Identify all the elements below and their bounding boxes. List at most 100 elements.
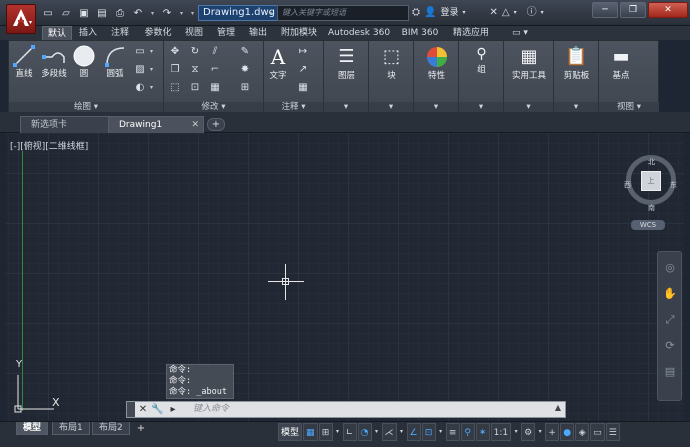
copy-icon[interactable]: ❐: [168, 63, 182, 76]
leader-icon[interactable]: ↗: [296, 63, 310, 76]
wcs-menu-button[interactable]: WCS: [631, 220, 665, 230]
snap-icon[interactable]: ⊞: [318, 423, 333, 441]
maximize-button[interactable]: ❐: [620, 2, 646, 18]
auto-scale-icon[interactable]: ✶: [475, 423, 490, 441]
groups-tool[interactable]: ⚲ 组: [459, 45, 504, 75]
workspace-gear-icon[interactable]: ⚙: [521, 423, 536, 441]
layout-tab-layout1[interactable]: 布局1: [52, 422, 90, 435]
hardware-acceleration-icon[interactable]: ◈: [575, 423, 590, 441]
minimize-button[interactable]: ─: [592, 2, 618, 18]
isodraft-icon[interactable]: ⋌: [381, 423, 397, 441]
new-layout-button[interactable]: +: [134, 423, 148, 434]
annotation-scale[interactable]: 1:1: [490, 423, 512, 441]
login-dropdown-icon[interactable]: ▾: [462, 5, 465, 21]
offset-icon[interactable]: ⊞: [238, 81, 252, 94]
gradient-dropdown-icon[interactable]: ▾: [150, 84, 153, 91]
login-link[interactable]: 登录: [440, 5, 458, 21]
tab-bim-360[interactable]: BIM 360: [398, 26, 442, 40]
arc-tool[interactable]: 圆弧: [101, 45, 129, 79]
help-icon[interactable]: ⓘ: [527, 5, 537, 21]
command-input[interactable]: 键入命令: [165, 402, 545, 417]
command-close-icon[interactable]: ✕: [137, 403, 149, 416]
a360-icon[interactable]: △: [502, 5, 510, 21]
tab-insert[interactable]: 插入: [74, 26, 102, 40]
tab-view[interactable]: 视图: [180, 26, 208, 40]
annotation-visibility-icon[interactable]: ⚲: [460, 423, 475, 441]
viewcube-top-face[interactable]: 上: [641, 171, 661, 191]
rectangle-icon[interactable]: ▭: [133, 45, 147, 58]
qat-customize-icon[interactable]: ▾: [188, 6, 197, 21]
tab-start[interactable]: 新选项卡: [20, 116, 112, 133]
layers-tool[interactable]: ☰ 图层: [324, 45, 369, 81]
rotate-icon[interactable]: ↻: [188, 45, 202, 58]
properties-tool[interactable]: 特性: [414, 45, 459, 81]
save-icon[interactable]: ▣: [76, 6, 92, 21]
scale-icon[interactable]: ⊡: [188, 81, 202, 94]
polyline-tool[interactable]: 多段线: [37, 45, 71, 79]
base-view-tool[interactable]: ▬ 基点: [599, 45, 643, 81]
fillet-icon[interactable]: ⌐: [208, 63, 222, 76]
customization-menu-icon[interactable]: ☰: [605, 423, 620, 441]
tab-drawing1[interactable]: Drawing1 ✕: [108, 116, 204, 133]
workspace-dropdown-icon[interactable]: ▾: [536, 423, 544, 441]
snap-dropdown-icon[interactable]: ▾: [334, 423, 342, 441]
orbit-icon[interactable]: ⟳: [662, 338, 678, 354]
hatch-icon[interactable]: ▨: [133, 63, 147, 76]
tab-autodesk-360[interactable]: Autodesk 360: [326, 26, 392, 40]
new-tab-button[interactable]: +: [207, 118, 225, 131]
viewcube-east[interactable]: 东: [670, 180, 677, 190]
tab-featured-apps[interactable]: 精选应用: [448, 26, 494, 40]
title-expand-icon[interactable]: ▸: [270, 9, 274, 17]
tab-parametric[interactable]: 参数化: [140, 26, 176, 40]
viewcube-south[interactable]: 南: [648, 203, 655, 213]
exchange-icon[interactable]: ✕: [489, 5, 497, 21]
layout-tab-layout2[interactable]: 布局2: [92, 422, 130, 435]
erase-icon[interactable]: ✎: [238, 45, 252, 58]
layout-tab-model[interactable]: 模型: [16, 422, 49, 435]
hatch-dropdown-icon[interactable]: ▾: [150, 66, 153, 73]
move-icon[interactable]: ✥: [168, 45, 182, 58]
close-button[interactable]: ✕: [648, 2, 688, 18]
redo-dropdown-icon[interactable]: ▾: [177, 6, 186, 21]
rectangle-dropdown-icon[interactable]: ▾: [150, 48, 153, 55]
gradient-icon[interactable]: ◐: [133, 81, 147, 94]
osnap-icon[interactable]: ⊡: [421, 423, 436, 441]
new-icon[interactable]: ▭: [40, 6, 56, 21]
user-icon[interactable]: 👤: [424, 5, 436, 21]
viewcube-west[interactable]: 西: [624, 180, 631, 190]
block-tool[interactable]: ⬚ 块: [369, 45, 414, 81]
dimension-icon[interactable]: ↦: [296, 45, 310, 58]
ribbon-minimize-button[interactable]: ▭ ▾: [506, 26, 534, 40]
array-icon[interactable]: ▦: [208, 81, 222, 94]
application-menu-button[interactable]: ▾: [6, 4, 36, 34]
binoculars-icon[interactable]: ⛭: [412, 5, 420, 21]
annotation-monitor-icon[interactable]: +: [545, 423, 560, 441]
save-as-icon[interactable]: ▤: [94, 6, 110, 21]
undo-icon[interactable]: ↶: [130, 6, 146, 21]
polar-icon[interactable]: ◔: [357, 423, 372, 441]
ortho-icon[interactable]: ∟: [342, 423, 357, 441]
clean-screen-icon[interactable]: ▭: [590, 423, 605, 441]
undo-dropdown-icon[interactable]: ▾: [148, 6, 157, 21]
zoom-extents-icon[interactable]: ⤢: [662, 312, 678, 328]
circle-tool[interactable]: 圆: [71, 45, 97, 79]
tab-addins[interactable]: 附加模块: [276, 26, 322, 40]
line-tool[interactable]: 直线: [11, 45, 37, 79]
isodraft-dropdown-icon[interactable]: ▾: [398, 423, 406, 441]
polar-dropdown-icon[interactable]: ▾: [373, 423, 381, 441]
osnap-tracking-icon[interactable]: ∠: [406, 423, 421, 441]
help-dropdown-icon[interactable]: ▾: [541, 5, 544, 21]
model-space-button[interactable]: 模型: [278, 423, 303, 441]
scale-dropdown-icon[interactable]: ▾: [512, 423, 520, 441]
mirror-icon[interactable]: ⧖: [188, 63, 202, 76]
close-tab-icon[interactable]: ✕: [191, 117, 199, 133]
tab-home[interactable]: 默认: [42, 26, 72, 40]
command-line-grip[interactable]: [127, 402, 135, 417]
showmotion-icon[interactable]: ▤: [662, 364, 678, 380]
command-customize-icon[interactable]: 🔧: [151, 403, 163, 416]
redo-icon[interactable]: ↷: [159, 6, 175, 21]
utilities-tool[interactable]: ▦ 实用工具: [504, 45, 554, 81]
tab-output[interactable]: 输出: [244, 26, 272, 40]
command-expand-icon[interactable]: ▲: [555, 403, 561, 412]
trim-icon[interactable]: ⫽: [208, 45, 222, 58]
